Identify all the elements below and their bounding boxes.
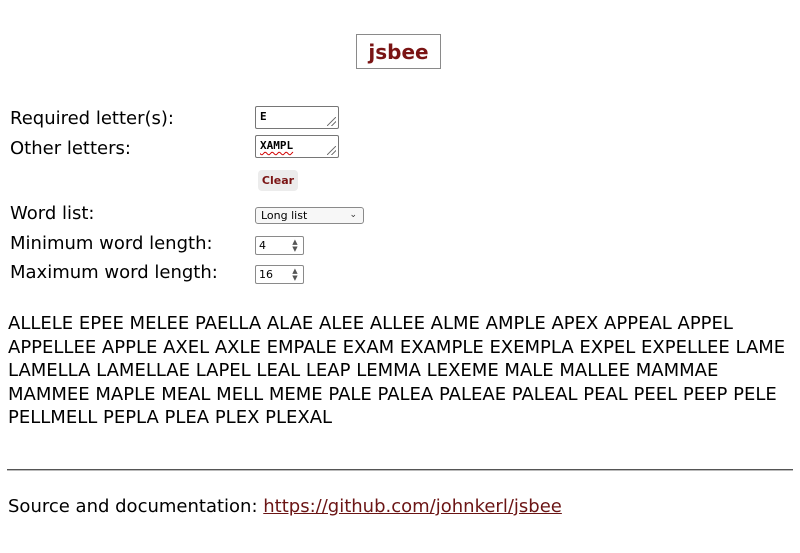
- resize-grip-icon[interactable]: [327, 146, 336, 155]
- min-length-input[interactable]: 4 ▲ ▼: [255, 236, 304, 255]
- source-line: Source and documentation: https://github…: [8, 495, 562, 519]
- other-letters-label: Other letters:: [10, 138, 131, 159]
- min-length-stepper[interactable]: ▲ ▼: [290, 238, 300, 253]
- word-list-selected: Long list: [261, 209, 308, 222]
- page-title: jsbee: [368, 39, 429, 64]
- source-link[interactable]: https://github.com/johnkerl/jsbee: [263, 496, 562, 517]
- min-length-value: 4: [259, 239, 266, 252]
- min-length-label: Minimum word length:: [10, 233, 213, 254]
- max-length-label: Maximum word length:: [10, 262, 218, 283]
- word-list-select[interactable]: Long list ⌄: [255, 207, 364, 224]
- word-list-label: Word list:: [10, 203, 95, 224]
- required-letters-label: Required letter(s):: [10, 108, 174, 129]
- word-results: ALLELE EPEE MELEE PAELLA ALAE ALEE ALLEE…: [8, 313, 786, 429]
- max-length-value: 16: [259, 268, 273, 281]
- stepper-down-icon[interactable]: ▼: [292, 245, 297, 253]
- clear-button[interactable]: Clear: [258, 170, 298, 191]
- stepper-down-icon[interactable]: ▼: [292, 274, 297, 282]
- required-letters-input[interactable]: E: [255, 106, 339, 129]
- source-label: Source and documentation:: [8, 496, 258, 517]
- chevron-down-icon: ⌄: [349, 210, 357, 220]
- max-length-input[interactable]: 16 ▲ ▼: [255, 265, 304, 284]
- resize-grip-icon[interactable]: [327, 117, 336, 126]
- divider: [7, 469, 793, 471]
- other-letters-value: XAMPL: [260, 139, 294, 152]
- other-letters-input[interactable]: XAMPL: [255, 135, 339, 158]
- required-letters-value: E: [260, 110, 267, 123]
- title-box: jsbee: [356, 34, 441, 69]
- max-length-stepper[interactable]: ▲ ▼: [290, 267, 300, 282]
